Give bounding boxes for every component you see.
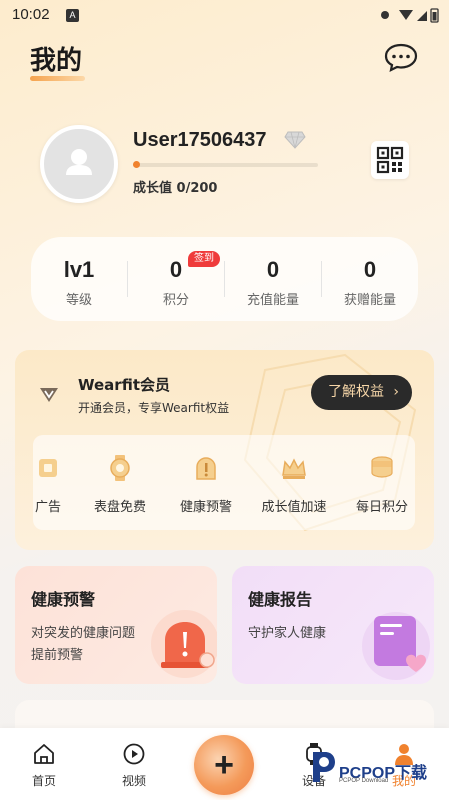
- growth-value: 成长值 0/200: [133, 181, 218, 196]
- coin-stack-icon: [371, 456, 393, 478]
- stat-level[interactable]: lv1 等级: [31, 237, 127, 321]
- health-alert-desc: 对突发的健康问题 提前预警: [31, 623, 161, 667]
- learn-benefits-button[interactable]: 了解权益 ›: [311, 375, 412, 410]
- watch-face-icon: [110, 455, 130, 481]
- stat-gift-label: 获赠能量: [343, 293, 396, 308]
- signal-icon: [417, 11, 427, 21]
- stat-gift-energy[interactable]: 0 获赠能量: [322, 237, 418, 321]
- warning-icon: [196, 457, 216, 480]
- growth-progress-bar: [133, 163, 318, 167]
- health-report-title: 健康报告: [248, 590, 313, 609]
- wifi-icon: [399, 10, 413, 20]
- status-bar: 10:02 A: [0, 0, 449, 30]
- benefit-label: 成长值加速: [261, 500, 327, 515]
- alarm-siren-icon: [151, 610, 217, 678]
- learn-benefits-label: 了解权益: [328, 384, 384, 400]
- health-report-card[interactable]: 健康报告 守护家人健康: [232, 566, 434, 684]
- benefits-row[interactable]: 广告 表盘免费 健康预警 成长值加速 每日积分: [33, 435, 415, 530]
- health-alert-title: 健康预警: [31, 590, 96, 609]
- stat-recharge-value: 0: [266, 257, 280, 282]
- stat-gift-value: 0: [363, 257, 377, 282]
- default-avatar-icon: [66, 149, 92, 175]
- title-underline: [30, 76, 85, 81]
- stat-points-label: 积分: [162, 293, 189, 308]
- message-icon[interactable]: [383, 42, 419, 72]
- benefit-health-warning[interactable]: 健康预警: [161, 435, 251, 530]
- growth-progress-indicator: [133, 161, 140, 168]
- center-add-button[interactable]: +: [194, 735, 254, 795]
- tab-home-label: 首页: [31, 774, 56, 788]
- qr-code-button[interactable]: [371, 141, 409, 179]
- stat-recharge-label: 充值能量: [246, 293, 299, 308]
- health-alert-desc-line1: 对突发的健康问题: [31, 626, 136, 641]
- watermark-subtext: PCPOP Download: [339, 778, 389, 784]
- watermark-logo: [313, 752, 335, 782]
- benefit-growth-boost[interactable]: 成长值加速: [251, 435, 337, 530]
- health-alert-desc-line2: 提前预警: [31, 648, 84, 663]
- qr-code-icon: [376, 146, 404, 174]
- plus-icon: +: [214, 746, 234, 784]
- stats-card: lv1 等级 0 积分 0 充值能量 0 获赠能量: [31, 237, 418, 321]
- health-alert-card[interactable]: 健康预警 对突发的健康问题 提前预警: [15, 566, 217, 684]
- home-icon: [34, 744, 54, 764]
- benefit-label: 表盘免费: [93, 500, 146, 515]
- chevron-right-icon: ›: [393, 384, 399, 400]
- benefit-watch-face[interactable]: 表盘免费: [75, 435, 165, 530]
- diamond-icon: [284, 131, 306, 149]
- vip-title: Wearfit会员: [78, 376, 170, 394]
- ad-free-icon: [39, 459, 57, 477]
- sign-in-badge[interactable]: 签到: [188, 251, 220, 267]
- notification-icon: A: [66, 9, 79, 22]
- status-time: 10:02: [12, 6, 50, 23]
- crown-icon: [282, 458, 306, 479]
- stat-recharge-energy[interactable]: 0 充值能量: [225, 237, 321, 321]
- tab-video-label: 视频: [121, 774, 146, 788]
- stat-level-label: 等级: [65, 293, 92, 308]
- tab-home[interactable]: 首页: [14, 728, 74, 800]
- stat-level-value: lv1: [63, 257, 95, 282]
- page-title: 我的: [30, 46, 83, 76]
- benefit-daily-points[interactable]: 每日积分: [339, 435, 415, 530]
- play-icon: [123, 743, 145, 765]
- benefit-label: 健康预警: [179, 500, 232, 515]
- benefit-label: 每日积分: [355, 500, 408, 515]
- vip-badge-icon: [40, 388, 58, 402]
- vip-subtitle: 开通会员，专享Wearfit权益: [78, 401, 230, 415]
- username: User17506437: [133, 129, 267, 151]
- avatar[interactable]: [40, 125, 118, 203]
- system-status-icons: [381, 8, 439, 23]
- tab-video[interactable]: 视频: [104, 728, 164, 800]
- report-document-icon: [362, 612, 430, 680]
- stat-points[interactable]: 0 积分: [128, 237, 224, 321]
